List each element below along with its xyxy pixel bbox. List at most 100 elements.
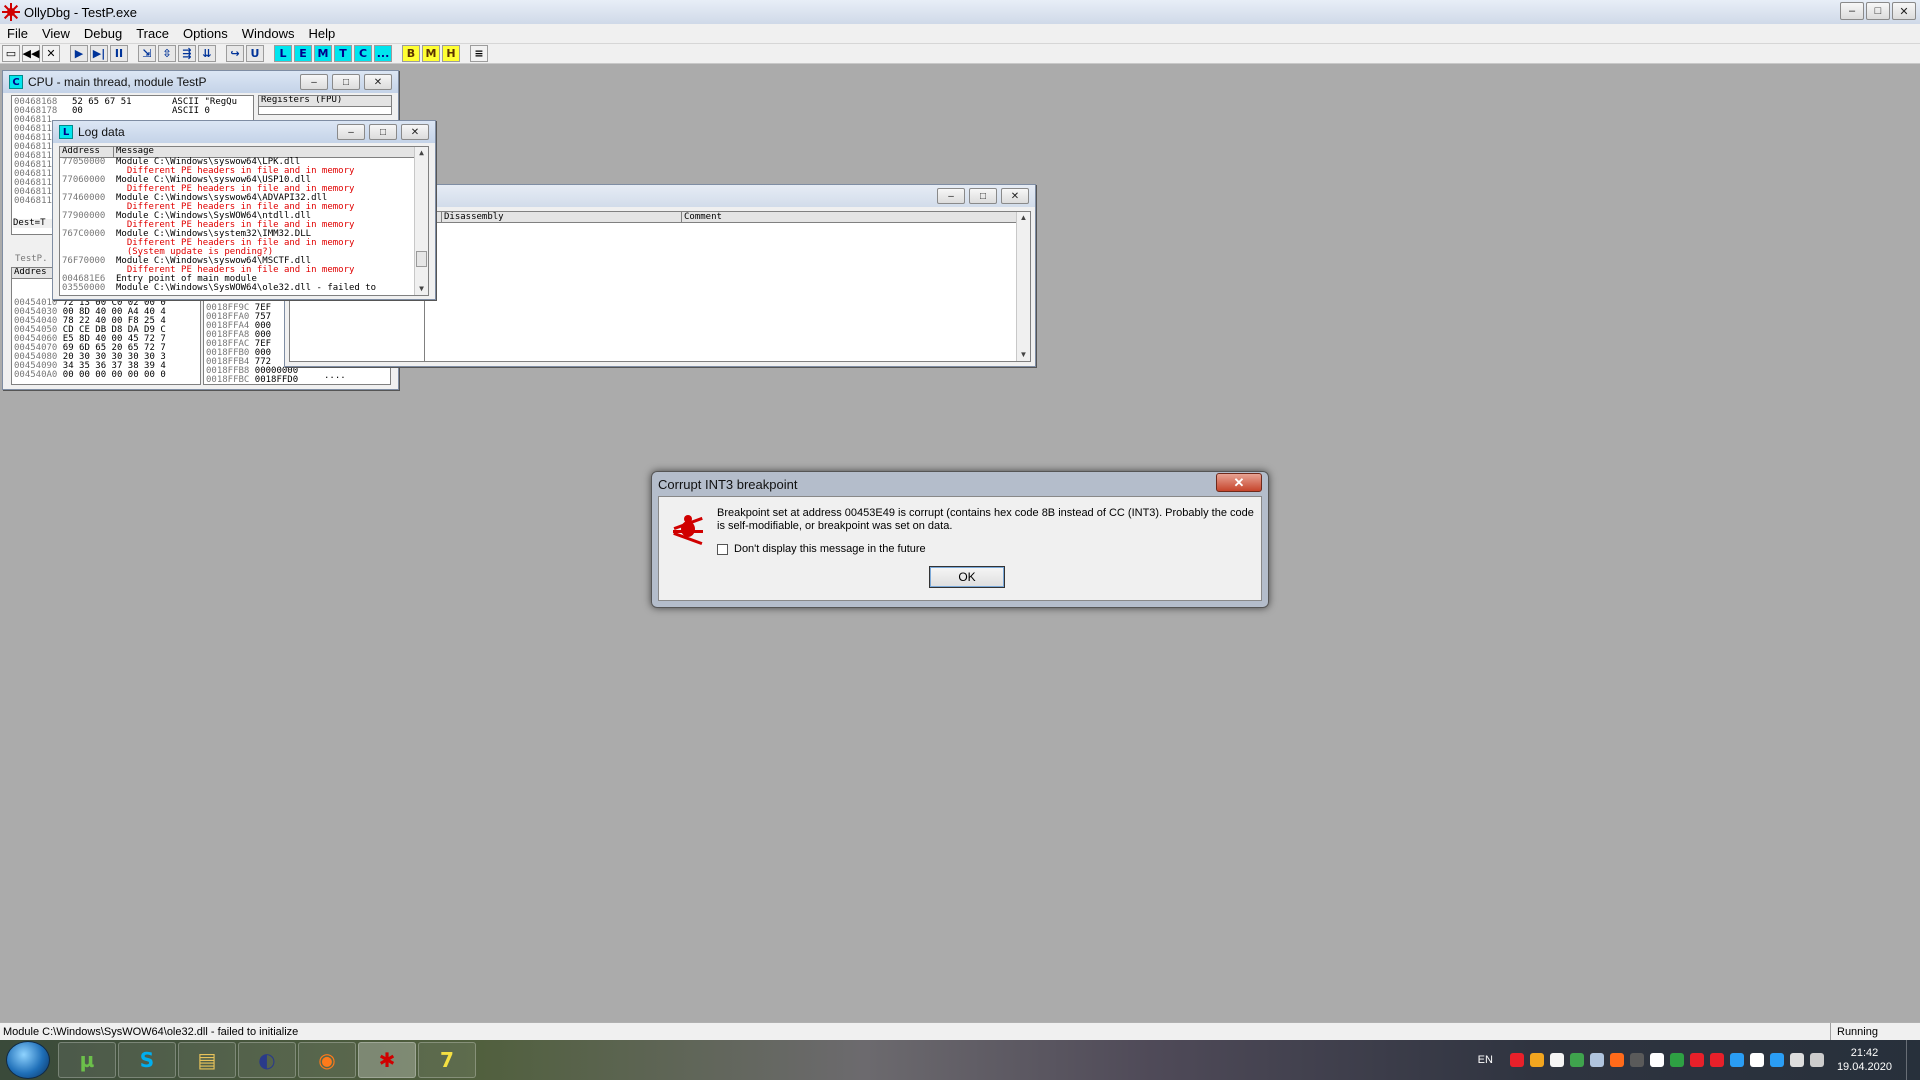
tray-app-icon[interactable] bbox=[1809, 1053, 1824, 1067]
col-disassembly[interactable]: Disassembly bbox=[442, 212, 682, 222]
col-comment[interactable]: Comment bbox=[682, 212, 1030, 222]
menu-windows[interactable]: Windows bbox=[235, 26, 302, 41]
tray-app-icon[interactable] bbox=[1689, 1053, 1704, 1067]
taskbar-explorer-icon[interactable]: ▤ bbox=[178, 1042, 236, 1078]
menu-view[interactable]: View bbox=[35, 26, 77, 41]
cpu-maximize-button[interactable]: □ bbox=[332, 74, 360, 90]
registers-header[interactable]: Registers (FPU) bbox=[259, 96, 391, 107]
cpu-close-button[interactable]: ✕ bbox=[364, 74, 392, 90]
execute-till-user-code-icon[interactable]: U bbox=[246, 45, 264, 62]
disassembly-scrollbar[interactable]: ▲ ▼ bbox=[1016, 212, 1030, 361]
ok-button[interactable]: OK bbox=[929, 566, 1005, 588]
disasm-address[interactable]: 0046811 bbox=[14, 197, 54, 206]
log-close-button[interactable]: ✕ bbox=[401, 124, 429, 140]
close-program-icon[interactable]: ✕ bbox=[42, 45, 60, 62]
taskbar-media-icon[interactable]: ◐ bbox=[238, 1042, 296, 1078]
log-rows: 77050000 Module C:\Windows\syswow64\LPK.d… bbox=[60, 158, 428, 293]
tray-app-icon[interactable] bbox=[1789, 1053, 1804, 1067]
dump-row[interactable]: 004540A0 00 00 00 00 00 00 0 bbox=[14, 371, 200, 380]
animate-over-icon[interactable]: ⇊ bbox=[198, 45, 216, 62]
memory-breakpoints-button[interactable]: M bbox=[422, 45, 440, 62]
col-message[interactable]: Message bbox=[114, 147, 428, 157]
log-scrollbar[interactable]: ▲ ▼ bbox=[414, 147, 428, 295]
scroll-up-icon[interactable]: ▲ bbox=[1017, 212, 1030, 224]
cpu-window-button[interactable]: C bbox=[354, 45, 372, 62]
stack-row[interactable]: 0018FFBC 0018FFD0 bbox=[206, 376, 390, 385]
tray-app-icon[interactable] bbox=[1709, 1053, 1724, 1067]
log-list-pane[interactable]: Address Message 77050000 Module C:\Window… bbox=[59, 146, 429, 296]
log-window-titlebar[interactable]: L Log data – □ ✕ bbox=[53, 121, 435, 143]
tray-app-icon[interactable] bbox=[1769, 1053, 1784, 1067]
taskbar-ollydbg-icon[interactable]: ✱ bbox=[358, 1042, 416, 1078]
pause-icon[interactable]: II bbox=[110, 45, 128, 62]
scroll-down-icon[interactable]: ▼ bbox=[415, 283, 428, 295]
close-button[interactable]: ✕ bbox=[1892, 2, 1916, 20]
cpu-minimize-button[interactable]: – bbox=[300, 74, 328, 90]
taskbar-7zip-icon[interactable]: 7 bbox=[418, 1042, 476, 1078]
log-window[interactable]: L Log data – □ ✕ Address Message 7705000… bbox=[52, 120, 436, 300]
minimize-button[interactable]: – bbox=[1840, 2, 1864, 20]
step-over-icon[interactable]: ⇳ bbox=[158, 45, 176, 62]
list-icon[interactable]: ≡ bbox=[470, 45, 488, 62]
taskbar-utorrent-icon[interactable]: µ bbox=[58, 1042, 116, 1078]
dont-display-checkbox[interactable]: Don't display this message in the future bbox=[717, 543, 926, 555]
tray-app-icon[interactable] bbox=[1629, 1053, 1644, 1067]
maximize-button[interactable]: □ bbox=[1866, 2, 1890, 20]
col-address[interactable]: Address bbox=[60, 147, 114, 157]
log-maximize-button[interactable]: □ bbox=[369, 124, 397, 140]
menu-file[interactable]: File bbox=[0, 26, 35, 41]
status-bar: Module C:\Windows\SysWOW64\ole32.dll - f… bbox=[0, 1022, 1920, 1040]
tray-app-icon[interactable] bbox=[1609, 1053, 1624, 1067]
log-row[interactable]: 03550000 Module C:\Windows\SysWOW64\ole32… bbox=[60, 284, 428, 293]
tray-app-icon[interactable] bbox=[1729, 1053, 1744, 1067]
clock[interactable]: 21:42 19.04.2020 bbox=[1837, 1046, 1892, 1074]
dialog-close-button[interactable]: ✕ bbox=[1216, 473, 1262, 492]
menu-trace[interactable]: Trace bbox=[129, 26, 176, 41]
tray-app-icon[interactable] bbox=[1669, 1053, 1684, 1067]
tray-app-icon[interactable] bbox=[1549, 1053, 1564, 1067]
scroll-up-icon[interactable]: ▲ bbox=[415, 147, 428, 159]
log-minimize-button[interactable]: – bbox=[337, 124, 365, 140]
step-into-icon[interactable]: ⇲ bbox=[138, 45, 156, 62]
menu-help[interactable]: Help bbox=[302, 26, 343, 41]
start-button[interactable] bbox=[6, 1041, 50, 1079]
tray-app-icon[interactable] bbox=[1649, 1053, 1664, 1067]
taskbar-firefox-icon[interactable]: ◉ bbox=[298, 1042, 356, 1078]
ollydbg-bug-icon bbox=[673, 515, 703, 545]
tray-app-icon[interactable] bbox=[1569, 1053, 1584, 1067]
modules-window-button[interactable]: E bbox=[294, 45, 312, 62]
disasm-close-button[interactable]: ✕ bbox=[1001, 188, 1029, 204]
run-icon[interactable]: ▶ bbox=[70, 45, 88, 62]
show-desktop-button[interactable] bbox=[1906, 1040, 1920, 1080]
log-window-button[interactable]: L bbox=[274, 45, 292, 62]
menu-options[interactable]: Options bbox=[176, 26, 235, 41]
scroll-down-icon[interactable]: ▼ bbox=[1017, 349, 1030, 361]
threads-window-button[interactable]: T bbox=[334, 45, 352, 62]
breakpoints-button[interactable]: B bbox=[402, 45, 420, 62]
dialog-titlebar[interactable]: Corrupt INT3 breakpoint ✕ bbox=[652, 472, 1268, 496]
corrupt-breakpoint-dialog[interactable]: Corrupt INT3 breakpoint ✕ Breakpoint set… bbox=[651, 471, 1269, 608]
run-thread-icon[interactable]: ▶| bbox=[90, 45, 108, 62]
disasm-maximize-button[interactable]: □ bbox=[969, 188, 997, 204]
open-icon[interactable]: ▭ bbox=[2, 45, 20, 62]
cpu-registers-pane[interactable]: Registers (FPU) bbox=[258, 95, 392, 115]
tray-app-icon[interactable] bbox=[1509, 1053, 1524, 1067]
tray-app-icon[interactable] bbox=[1529, 1053, 1544, 1067]
cpu-window-titlebar[interactable]: C CPU - main thread, module TestP – □ ✕ bbox=[3, 71, 398, 93]
tray-app-icon[interactable] bbox=[1749, 1053, 1764, 1067]
toolbar: ▭ ◀◀ ✕ ▶ ▶| II ⇲ ⇳ ⇶ ⇊ ↪ U L E M T C ...… bbox=[0, 44, 1920, 64]
stack-note: .... bbox=[324, 371, 346, 381]
taskbar-skype-icon[interactable]: S bbox=[118, 1042, 176, 1078]
animate-into-icon[interactable]: ⇶ bbox=[178, 45, 196, 62]
more-windows-button[interactable]: ... bbox=[374, 45, 392, 62]
restart-icon[interactable]: ◀◀ bbox=[22, 45, 40, 62]
checkbox-box[interactable] bbox=[717, 543, 728, 555]
language-indicator[interactable]: EN bbox=[1478, 1054, 1493, 1066]
disasm-minimize-button[interactable]: – bbox=[937, 188, 965, 204]
execute-till-return-icon[interactable]: ↪ bbox=[226, 45, 244, 62]
memory-window-button[interactable]: M bbox=[314, 45, 332, 62]
hardware-breakpoints-button[interactable]: H bbox=[442, 45, 460, 62]
menu-debug[interactable]: Debug bbox=[77, 26, 129, 41]
log-scroll-thumb[interactable] bbox=[416, 251, 427, 267]
tray-app-icon[interactable] bbox=[1589, 1053, 1604, 1067]
